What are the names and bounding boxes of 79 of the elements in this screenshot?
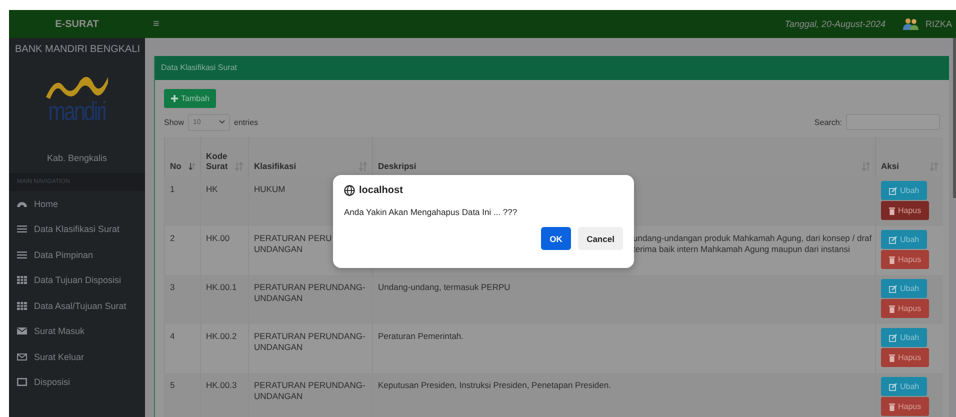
- entries-label: entries: [234, 118, 258, 126]
- code-text: HK.00.2: [206, 331, 237, 341]
- nav-item[interactable]: Home: [9, 191, 145, 216]
- chevron-down-icon: [219, 120, 226, 124]
- row-number: 2: [170, 233, 175, 243]
- column-header[interactable]: Deskripsi: [372, 137, 876, 177]
- plus-icon: [171, 95, 178, 102]
- description-text: Undang-undang, termasuk PERPU: [378, 282, 510, 293]
- app-brand: E-SURAT: [54, 18, 100, 30]
- row-number: 3: [170, 282, 175, 292]
- delete-button[interactable]: Hapus: [881, 397, 930, 416]
- show-label: Show: [164, 118, 184, 126]
- list-icon: [17, 225, 27, 234]
- edit-button[interactable]: Ubah: [881, 279, 928, 298]
- date-text: Tanggal, 20-August-2024: [784, 19, 886, 29]
- edit-icon: [889, 382, 897, 390]
- column-header[interactable]: Kode Surat: [200, 137, 248, 177]
- nav-item[interactable]: Data Pimpinan: [9, 242, 145, 268]
- code-text: HK.00.3: [206, 380, 237, 390]
- ok-button[interactable]: OK: [541, 227, 571, 250]
- classification-text: HUKUM: [254, 184, 286, 195]
- trash-icon: [889, 206, 895, 214]
- code-text: HK: [206, 184, 218, 194]
- nav-item[interactable]: Data Klasifikasi Surat: [9, 216, 145, 242]
- nav-item[interactable]: Disposisi: [9, 370, 145, 395]
- nav-item[interactable]: Surat Masuk: [9, 318, 145, 344]
- delete-button[interactable]: Hapus: [881, 348, 930, 367]
- dashboard-icon: [17, 200, 27, 208]
- table-icon: [17, 302, 27, 310]
- edit-icon: [889, 284, 897, 292]
- edit-button[interactable]: Ubah: [881, 181, 928, 200]
- dialog-message: Anda Yakin Akan Mengahapus Data Ini ... ???: [344, 207, 518, 217]
- classification-text: PERATURAN PERUNDANG- UNDANGAN: [254, 331, 366, 353]
- description-text: Peraturan Pemerintah.: [378, 331, 464, 342]
- delete-button[interactable]: Hapus: [881, 299, 930, 318]
- classification-text: PERATURAN PERU UNDANGAN: [254, 233, 332, 255]
- menu-toggle[interactable]: ≡: [145, 18, 160, 30]
- envelope-icon: [17, 352, 27, 361]
- list-icon: [17, 250, 27, 259]
- trash-icon: [889, 304, 895, 312]
- column-header[interactable]: Klasifikasi: [248, 137, 372, 177]
- add-button[interactable]: Tambah: [164, 89, 216, 108]
- classification-text: PERATURAN PERUNDANG- UNDANGAN: [254, 282, 366, 304]
- description-text: Keputusan Presiden, Instruksi Presiden, Penetapan Presiden.: [378, 380, 611, 391]
- nav-item[interactable]: Data Tujuan Disposisi: [9, 268, 145, 293]
- trash-icon: [889, 354, 895, 362]
- nav-item[interactable]: Surat Keluar: [9, 344, 145, 370]
- nav-item[interactable]: Data Asal/Tujuan Surat: [9, 293, 145, 318]
- classification-text: PERATURAN PERUNDANG- UNDANGAN: [254, 380, 366, 402]
- code-text: HK.00: [206, 233, 230, 243]
- users-icon: [903, 17, 920, 31]
- table-icon: [17, 276, 27, 284]
- logo-text: mandiri: [48, 97, 106, 125]
- envelope-icon: [17, 327, 27, 336]
- edit-icon: [889, 236, 897, 244]
- user-name[interactable]: RIZKA: [925, 19, 952, 29]
- dialog-origin: localhost: [359, 185, 403, 196]
- region-name: Kab. Bengkalis: [46, 153, 108, 163]
- row-number: 1: [170, 184, 175, 194]
- delete-button[interactable]: Hapus: [881, 250, 930, 269]
- column-header[interactable]: Aksi: [876, 137, 943, 177]
- organization-name: BANK MANDIRI BENGKALI: [14, 43, 142, 55]
- trash-icon: [889, 256, 895, 264]
- panel-title: Data Klasifikasi Surat: [155, 56, 949, 80]
- search-label: Search:: [814, 118, 842, 126]
- edit-button[interactable]: Ubah: [881, 230, 928, 249]
- delete-button[interactable]: Hapus: [881, 201, 930, 220]
- edit-icon: [889, 186, 897, 194]
- row-number: 5: [170, 380, 175, 390]
- row-number: 4: [170, 331, 175, 341]
- scrollbar[interactable]: [953, 38, 956, 198]
- edit-icon: [889, 334, 897, 342]
- cancel-button[interactable]: Cancel: [578, 227, 623, 250]
- trash-icon: [889, 402, 895, 410]
- edit-button[interactable]: Ubah: [881, 328, 928, 347]
- globe-icon: [344, 185, 355, 196]
- edit-button[interactable]: Ubah: [881, 377, 928, 396]
- column-header[interactable]: No: [164, 137, 200, 177]
- code-text: HK.00.1: [206, 282, 237, 292]
